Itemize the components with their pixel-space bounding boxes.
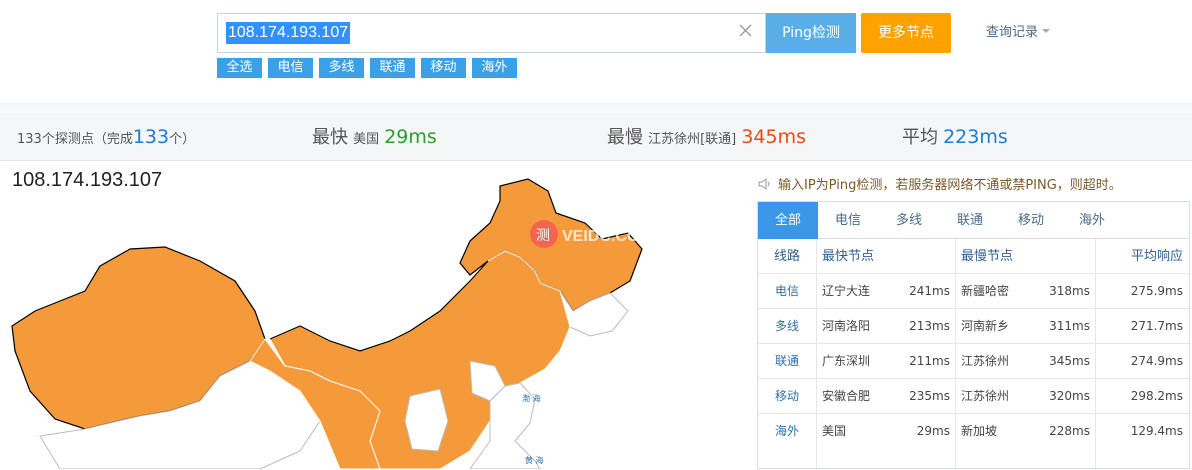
slow-ms: 345ms <box>1049 354 1090 368</box>
fast-node: 美国 <box>822 424 847 438</box>
average-label: 平均 <box>902 127 938 148</box>
table-row: 电信 辽宁大连 241ms 新疆哈密 318ms 275.9ms <box>758 274 1189 309</box>
slowest-location: 江苏徐州[联通] <box>648 132 737 147</box>
fast-node: 辽宁大连 <box>822 284 871 298</box>
ping-button[interactable]: Ping检测 <box>766 13 856 53</box>
sea-label-yellow: 黄 海 <box>525 455 544 465</box>
slowest-label: 最慢 <box>607 127 643 148</box>
row-line: 海外 <box>774 424 799 438</box>
row-line: 多线 <box>774 319 799 333</box>
fastest-label: 最快 <box>312 127 348 148</box>
slowest-value: 345ms <box>741 126 807 148</box>
tab-mobile[interactable]: 移动 <box>1001 202 1061 239</box>
row-line: 移动 <box>774 389 799 403</box>
ping-map: 渤 海 黄 海 测 VEIDC.COM 108.174.193.107 <box>0 161 740 469</box>
avg-ms: 274.9ms <box>1130 354 1183 368</box>
result-tabs: 全部 电信 多线 联通 移动 海外 <box>758 202 1189 239</box>
notice-message: 输入IP为Ping检测，若服务器网络不通或禁PING，则超时。 <box>778 178 1122 193</box>
map-region-shanxi <box>404 388 449 452</box>
header-average: 平均响应 <box>1130 249 1183 264</box>
probe-count: 133个探测点（完成133个） <box>17 113 195 161</box>
probe-count-prefix: 133个探测点（完成 <box>17 132 133 147</box>
more-nodes-button[interactable]: 更多节点 <box>861 13 951 53</box>
tab-all[interactable]: 全部 <box>758 202 818 239</box>
close-icon[interactable] <box>738 23 754 39</box>
fast-ms: 235ms <box>909 389 950 403</box>
header-line: 线路 <box>773 249 800 264</box>
history-label: 查询记录 <box>986 25 1039 40</box>
watermark-brand: VEIDC.COM <box>562 228 653 245</box>
speaker-icon <box>758 178 770 190</box>
filter-telecom[interactable]: 电信 <box>268 58 313 78</box>
slow-ms: 320ms <box>1049 389 1090 403</box>
slow-ms: 318ms <box>1049 284 1090 298</box>
tab-multiline[interactable]: 多线 <box>879 202 939 239</box>
search-input[interactable]: 108.174.193.107 <box>226 22 351 44</box>
notice-text: 输入IP为Ping检测，若服务器网络不通或禁PING，则超时。 <box>758 176 1122 196</box>
slow-node: 江苏徐州 <box>961 389 1010 403</box>
watermark-text: 测 <box>536 228 550 244</box>
fastest-location: 美国 <box>353 132 380 147</box>
avg-ms: 298.2ms <box>1130 389 1183 403</box>
tab-telecom[interactable]: 电信 <box>818 202 878 239</box>
slow-ms: 228ms <box>1049 424 1090 438</box>
table-row: 海外 美国 29ms 新加坡 228ms 129.4ms <box>758 414 1189 449</box>
probe-count-done: 133 <box>132 126 170 148</box>
divider <box>0 103 1192 113</box>
sea-label-bohai: 渤 海 <box>522 393 541 403</box>
slow-node: 新加坡 <box>961 424 998 438</box>
filter-multiline[interactable]: 多线 <box>319 58 364 78</box>
avg-ms: 129.4ms <box>1130 424 1183 438</box>
fastest-value: 29ms <box>384 126 437 148</box>
average-value: 223ms <box>943 126 1008 148</box>
map-title: 108.174.193.107 <box>12 169 163 191</box>
search-box[interactable]: 108.174.193.107 <box>217 13 766 53</box>
table-header: 线路 最快节点 最慢节点 平均响应 <box>758 239 1189 274</box>
fast-ms: 29ms <box>916 424 950 438</box>
header-fastest: 最快节点 <box>822 249 875 264</box>
filter-overseas[interactable]: 海外 <box>472 58 517 78</box>
filter-mobile[interactable]: 移动 <box>421 58 466 78</box>
tab-overseas[interactable]: 海外 <box>1062 202 1122 239</box>
fast-node: 河南洛阳 <box>822 319 871 333</box>
slow-node: 河南新乡 <box>961 319 1010 333</box>
fast-ms: 213ms <box>909 319 950 333</box>
stats-bar: 133个探测点（完成133个） 最快 美国 29ms 最慢 江苏徐州[联通] 3… <box>0 113 1192 161</box>
slow-node: 新疆哈密 <box>961 284 1010 298</box>
result-panel: 全部 电信 多线 联通 移动 海外 线路 最快节点 最慢节点 平均响应 电信 辽… <box>757 201 1190 470</box>
history-dropdown[interactable]: 查询记录 <box>986 25 1051 41</box>
table-row: 多线 河南洛阳 213ms 河南新乡 311ms 271.7ms <box>758 309 1189 344</box>
chevron-down-icon <box>1042 29 1051 33</box>
row-line: 电信 <box>774 284 799 298</box>
row-line: 联通 <box>774 354 799 368</box>
table-row: 移动 安徽合肥 235ms 江苏徐州 320ms 298.2ms <box>758 379 1189 414</box>
filter-all[interactable]: 全选 <box>217 58 262 78</box>
avg-ms: 271.7ms <box>1130 319 1183 333</box>
slow-ms: 311ms <box>1049 319 1090 333</box>
fastest-stat: 最快 美国 29ms <box>312 113 437 161</box>
slowest-stat: 最慢 江苏徐州[联通] 345ms <box>607 113 806 161</box>
tab-unicom[interactable]: 联通 <box>940 202 1000 239</box>
china-map: 渤 海 黄 海 测 VEIDC.COM <box>11 178 653 469</box>
probe-count-suffix: 个） <box>169 132 196 147</box>
top-bar: 108.174.193.107 Ping检测 更多节点 查询记录 全选 电信 多… <box>0 0 1192 103</box>
filter-unicom[interactable]: 联通 <box>370 58 415 78</box>
fast-node: 广东深圳 <box>822 354 871 368</box>
avg-ms: 275.9ms <box>1130 284 1183 298</box>
table-row: 联通 广东深圳 211ms 江苏徐州 345ms 274.9ms <box>758 344 1189 379</box>
slow-node: 江苏徐州 <box>961 354 1010 368</box>
header-slowest: 最慢节点 <box>961 249 1014 264</box>
fast-ms: 241ms <box>909 284 950 298</box>
average-stat: 平均 223ms <box>902 113 1008 161</box>
fast-node: 安徽合肥 <box>822 389 871 403</box>
fast-ms: 211ms <box>909 354 950 368</box>
